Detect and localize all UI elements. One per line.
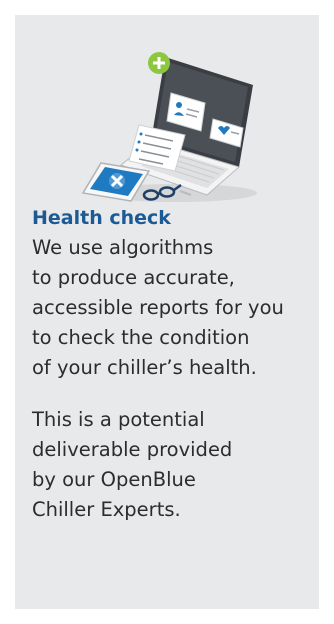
deliverable-line: This is a potential: [32, 408, 205, 431]
health-check-card: Health check We use algorithms to produc…: [15, 15, 319, 609]
card-text: Health check We use algorithms to produc…: [32, 203, 312, 525]
description-line: accessible reports for you: [32, 296, 284, 319]
description-line: to check the condition: [32, 326, 250, 349]
health-check-illustration: [81, 52, 257, 202]
deliverable-paragraph: This is a potential deliverable provided…: [32, 405, 312, 525]
plus-badge-icon: [148, 52, 170, 74]
deliverable-line: deliverable provided: [32, 438, 233, 461]
description-paragraph: We use algorithms to produce accurate, a…: [32, 233, 312, 383]
description-line: of your chiller’s health.: [32, 356, 257, 379]
card-title: Health check: [32, 207, 171, 229]
description-line: to produce accurate,: [32, 266, 235, 289]
deliverable-line: by our OpenBlue: [32, 468, 196, 491]
description-line: We use algorithms: [32, 236, 214, 259]
deliverable-line: Chiller Experts.: [32, 498, 181, 521]
